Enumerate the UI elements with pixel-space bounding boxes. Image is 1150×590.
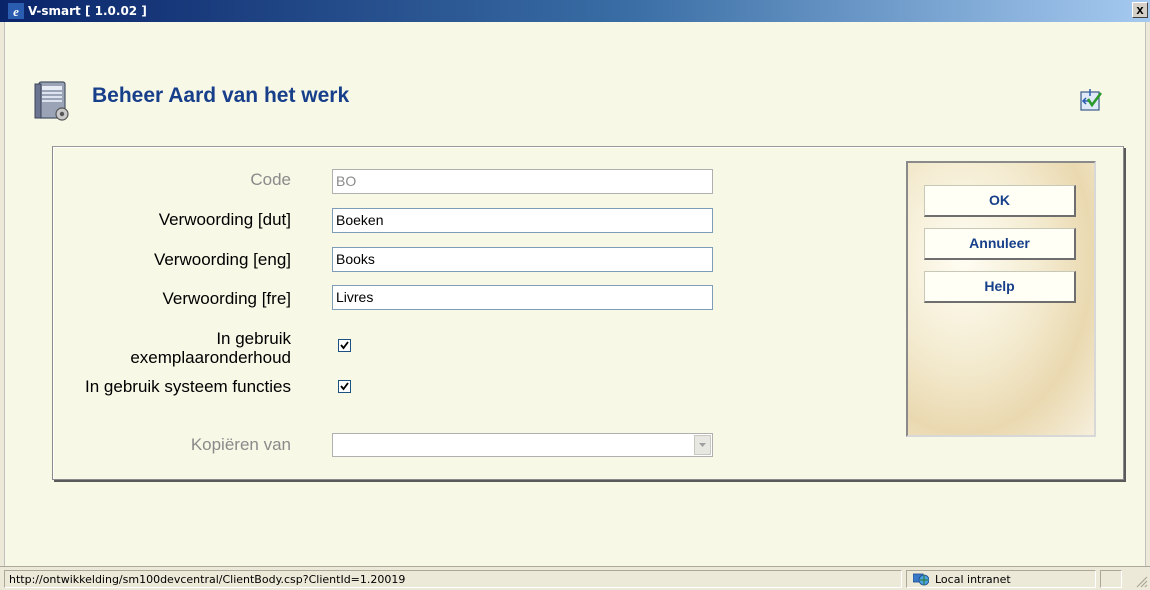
inuse-items-label-line1: In gebruik bbox=[216, 329, 291, 348]
dut-field[interactable]: Boeken bbox=[332, 208, 713, 233]
inuse-system-label: In gebruik systeem functies bbox=[85, 377, 291, 396]
fre-field[interactable]: Livres bbox=[332, 285, 713, 310]
client-area: Beheer Aard van het werk Code BO Verwoor… bbox=[4, 22, 1146, 566]
form-panel: Code BO Verwoording [dut] Boeken Verwoor… bbox=[52, 146, 1124, 480]
dut-label: Verwoording [dut] bbox=[158, 210, 291, 229]
server-settings-icon bbox=[34, 81, 69, 121]
dropdown-arrow-icon bbox=[694, 435, 711, 455]
inuse-system-checkbox[interactable] bbox=[338, 380, 351, 393]
inuse-items-checkbox[interactable] bbox=[338, 339, 351, 352]
page-title: Beheer Aard van het werk bbox=[92, 84, 350, 107]
status-url: http://ontwikkelding/sm100devcentral/Cli… bbox=[4, 570, 902, 588]
checkmark-icon bbox=[340, 382, 349, 391]
resize-grip-icon[interactable] bbox=[1136, 576, 1148, 588]
help-settings-icon[interactable] bbox=[1079, 88, 1103, 112]
help-button[interactable]: Help bbox=[924, 271, 1076, 303]
cancel-button[interactable]: Annuleer bbox=[924, 228, 1076, 260]
code-field: BO bbox=[332, 169, 713, 194]
svg-text:e: e bbox=[13, 4, 19, 19]
copy-from-select bbox=[332, 433, 713, 457]
checkmark-icon bbox=[340, 341, 349, 350]
ok-button[interactable]: OK bbox=[924, 185, 1076, 217]
window-title: V-smart [ 1.0.02 ] bbox=[28, 4, 147, 18]
copy-from-label: Kopiëren van bbox=[190, 435, 291, 454]
code-label: Code bbox=[250, 170, 291, 189]
status-zone: Local intranet bbox=[906, 570, 1096, 588]
button-panel: OK Annuleer Help bbox=[906, 161, 1096, 437]
status-cell bbox=[1100, 570, 1122, 588]
zone-label: Local intranet bbox=[935, 573, 1011, 586]
close-button[interactable]: x bbox=[1132, 2, 1148, 18]
ie-icon: e bbox=[8, 3, 24, 19]
inuse-items-label: In gebruik exemplaaronderhoud bbox=[130, 329, 291, 367]
fre-label: Verwoording [fre] bbox=[162, 289, 291, 308]
inuse-items-label-line2: exemplaaronderhoud bbox=[130, 348, 291, 367]
globe-icon bbox=[913, 573, 929, 586]
eng-field[interactable]: Books bbox=[332, 247, 713, 272]
status-bar: http://ontwikkelding/sm100devcentral/Cli… bbox=[0, 566, 1150, 590]
eng-label: Verwoording [eng] bbox=[153, 250, 291, 269]
title-bar: e V-smart [ 1.0.02 ] x bbox=[0, 0, 1150, 22]
